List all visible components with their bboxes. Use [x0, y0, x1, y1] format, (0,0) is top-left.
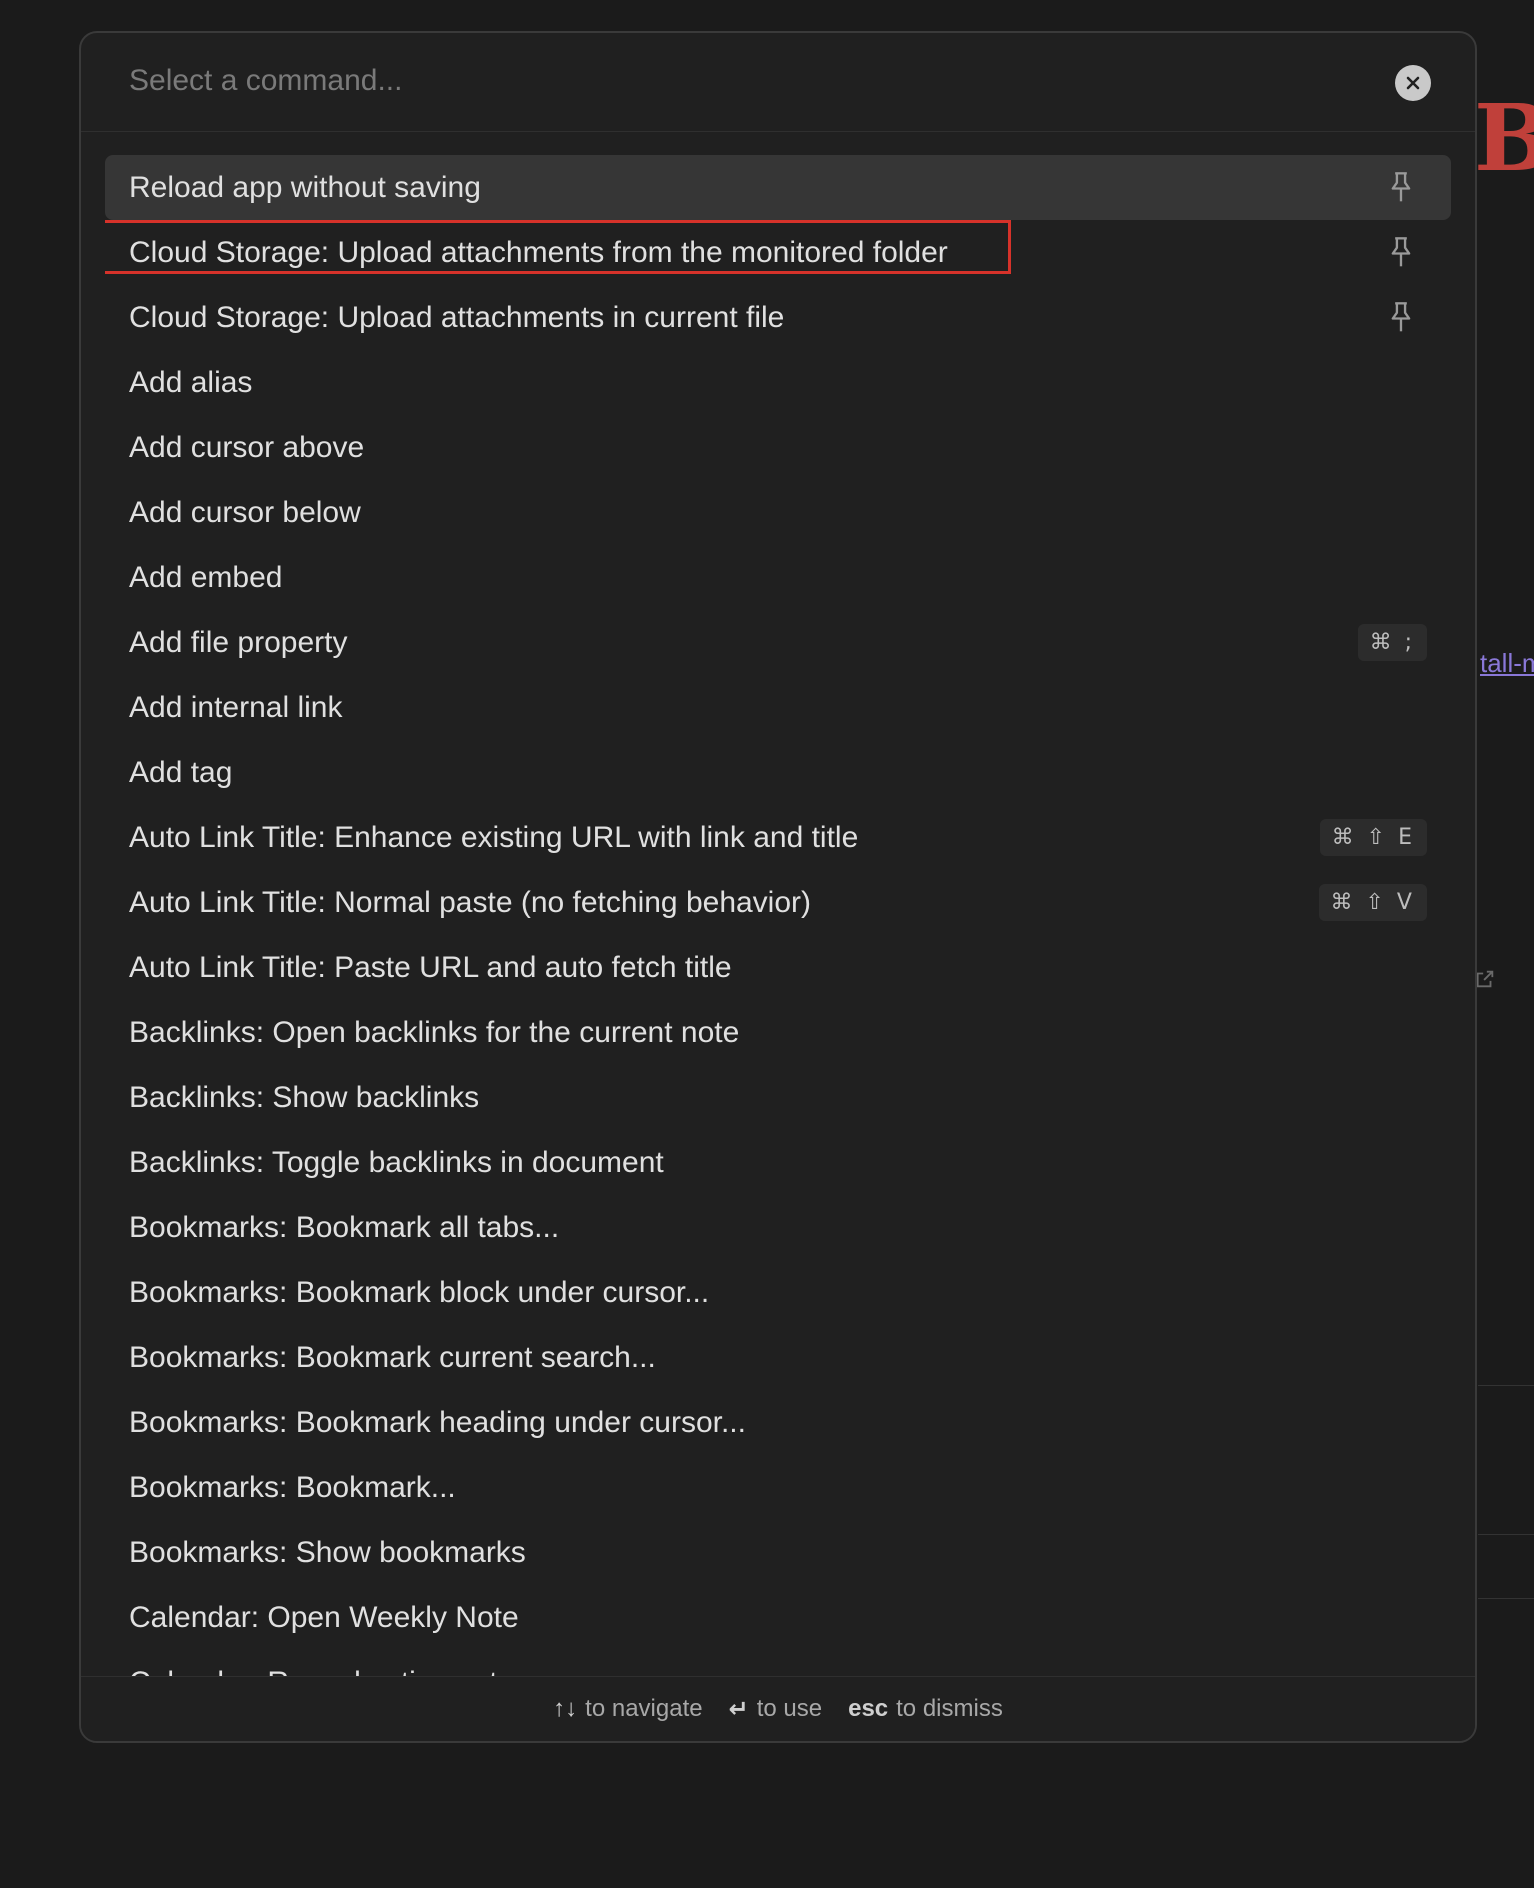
command-item[interactable]: Bookmarks: Bookmark heading under cursor… — [105, 1390, 1451, 1455]
command-label: Add alias — [129, 365, 253, 399]
command-item[interactable]: Bookmarks: Bookmark... — [105, 1455, 1451, 1520]
command-item[interactable]: Bookmarks: Bookmark block under cursor..… — [105, 1260, 1451, 1325]
command-label: Add file property — [129, 625, 348, 659]
command-item[interactable]: Auto Link Title: Normal paste (no fetchi… — [105, 870, 1451, 935]
command-label: Bookmarks: Bookmark current search... — [129, 1340, 656, 1374]
command-item[interactable]: Add tag — [105, 740, 1451, 805]
command-item[interactable]: Bookmarks: Bookmark current search... — [105, 1325, 1451, 1390]
command-item[interactable]: Add internal link — [105, 675, 1451, 740]
command-label: Add embed — [129, 560, 283, 594]
external-link-icon[interactable] — [1474, 968, 1496, 990]
command-item[interactable]: Backlinks: Open backlinks for the curren… — [105, 1000, 1451, 1065]
command-label: Bookmarks: Show bookmarks — [129, 1535, 526, 1569]
command-item[interactable]: Cloud Storage: Upload attachments in cur… — [105, 285, 1451, 350]
command-item[interactable]: Auto Link Title: Paste URL and auto fetc… — [105, 935, 1451, 1000]
command-list[interactable]: Reload app without saving Cloud Storage: … — [105, 155, 1451, 1679]
command-label: Add internal link — [129, 690, 343, 724]
command-label: Add cursor above — [129, 430, 365, 464]
command-item[interactable]: Add alias — [105, 350, 1451, 415]
hotkey-badge: ⌘ ; — [1357, 624, 1427, 661]
command-trailing: ⌘ ⇧ V — [1318, 884, 1427, 921]
command-item[interactable]: Backlinks: Toggle backlinks in document — [105, 1130, 1451, 1195]
navigate-text: to navigate — [585, 1695, 703, 1722]
search-row — [81, 33, 1475, 132]
command-item[interactable]: Bookmarks: Show bookmarks — [105, 1520, 1451, 1585]
palette-footer: ↑↓ to navigate ↵ to use esc to dismiss — [81, 1676, 1475, 1741]
background-link-fragment[interactable]: tall-m — [1480, 648, 1534, 679]
command-label: Cloud Storage: Upload attachments from t… — [129, 235, 948, 269]
command-item[interactable]: Calendar: Open Weekly Note — [105, 1585, 1451, 1650]
dismiss-key: esc — [848, 1695, 889, 1722]
command-label: Auto Link Title: Normal paste (no fetchi… — [129, 885, 812, 919]
pin-icon[interactable] — [1387, 171, 1415, 205]
command-label: Reload app without saving — [129, 170, 481, 204]
command-label: Backlinks: Toggle backlinks in document — [129, 1145, 664, 1179]
background-divider — [1478, 1385, 1534, 1386]
command-trailing — [1387, 171, 1427, 205]
hotkey-badge: ⌘ ⇧ E — [1319, 819, 1427, 856]
command-item[interactable]: Reload app without saving — [105, 155, 1451, 220]
use-hint: ↵ to use — [729, 1695, 823, 1724]
command-item[interactable]: Add embed — [105, 545, 1451, 610]
command-label: Add tag — [129, 755, 233, 789]
command-trailing — [1387, 301, 1427, 335]
navigate-key: ↑↓ — [553, 1695, 578, 1722]
app-window: B tall-m Reload app without saving Cloud … — [0, 0, 1534, 1888]
command-trailing: ⌘ ; — [1357, 624, 1427, 661]
command-item[interactable]: Add cursor below — [105, 480, 1451, 545]
command-label: Bookmarks: Bookmark all tabs... — [129, 1210, 560, 1244]
command-trailing: ⌘ ⇧ E — [1319, 819, 1427, 856]
pin-icon[interactable] — [1387, 236, 1415, 270]
background-heading-fragment: B — [1474, 84, 1534, 192]
dismiss-hint: esc to dismiss — [848, 1695, 1003, 1723]
command-item[interactable]: Calendar: Reveal active note — [105, 1650, 1451, 1680]
dismiss-text: to dismiss — [896, 1695, 1003, 1722]
command-label: Calendar: Open Weekly Note — [129, 1600, 519, 1634]
command-item[interactable]: Auto Link Title: Enhance existing URL wi… — [105, 805, 1451, 870]
command-label: Backlinks: Open backlinks for the curren… — [129, 1015, 740, 1049]
command-label: Bookmarks: Bookmark... — [129, 1470, 456, 1504]
use-text: to use — [756, 1695, 823, 1722]
close-icon — [1406, 76, 1420, 90]
use-key: ↵ — [728, 1695, 749, 1723]
command-palette: Reload app without saving Cloud Storage: … — [79, 31, 1477, 1743]
command-item[interactable]: Backlinks: Show backlinks — [105, 1065, 1451, 1130]
command-label: Auto Link Title: Paste URL and auto fetc… — [129, 950, 732, 984]
navigate-hint: ↑↓ to navigate — [553, 1695, 702, 1723]
command-label: Add cursor below — [129, 495, 361, 529]
clear-search-button[interactable] — [1395, 65, 1431, 101]
command-label: Auto Link Title: Enhance existing URL wi… — [129, 820, 859, 854]
command-label: Backlinks: Show backlinks — [129, 1080, 480, 1114]
command-item[interactable]: Add cursor above — [105, 415, 1451, 480]
command-label: Cloud Storage: Upload attachments in cur… — [129, 300, 785, 334]
hotkey-badge: ⌘ ⇧ V — [1318, 884, 1427, 921]
command-trailing — [1387, 236, 1427, 270]
background-divider — [1478, 1534, 1534, 1535]
command-search-input[interactable] — [129, 55, 1329, 107]
command-item[interactable]: Cloud Storage: Upload attachments from t… — [105, 220, 1451, 285]
background-divider — [1478, 1598, 1534, 1599]
command-item[interactable]: Add file property ⌘ ; — [105, 610, 1451, 675]
command-label: Bookmarks: Bookmark block under cursor..… — [129, 1275, 710, 1309]
command-item[interactable]: Bookmarks: Bookmark all tabs... — [105, 1195, 1451, 1260]
command-label: Bookmarks: Bookmark heading under cursor… — [129, 1405, 746, 1439]
pin-icon[interactable] — [1387, 301, 1415, 335]
